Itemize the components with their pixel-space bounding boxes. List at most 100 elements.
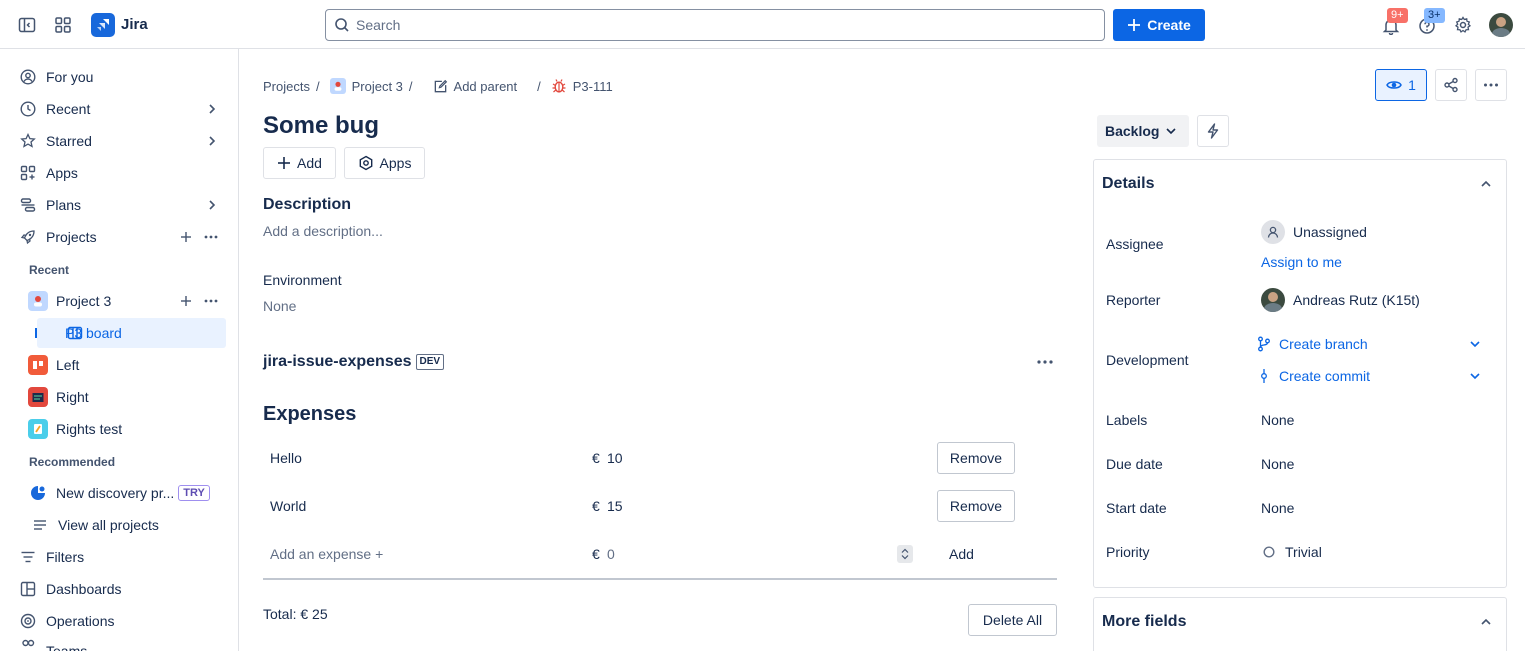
share-button[interactable] (1435, 69, 1467, 101)
hexagon-apps-icon (358, 155, 374, 171)
create-commit-link[interactable]: Create commit (1257, 368, 1370, 384)
reporter-label: Reporter (1106, 292, 1161, 308)
sidebar-item-recent[interactable]: Recent (12, 94, 226, 124)
remove-button[interactable]: Remove (937, 442, 1015, 474)
assignee-value[interactable]: Unassigned (1293, 224, 1367, 240)
app-header: jira-issue-expenses DEV (263, 353, 445, 371)
project-avatar-icon (28, 419, 48, 439)
new-expense-name-input[interactable]: Add an expense + (270, 546, 383, 562)
plus-icon[interactable] (180, 295, 192, 307)
sidebar-item-filters[interactable]: Filters (12, 542, 226, 572)
description-field[interactable]: Add a description... (263, 223, 383, 239)
new-expense-amount-input[interactable]: 0 (607, 546, 615, 562)
sidebar-item-dashboards[interactable]: Dashboards (12, 574, 226, 604)
labels-value[interactable]: None (1261, 412, 1294, 428)
chevron-down-icon[interactable] (1469, 370, 1481, 382)
details-heading[interactable]: Details (1102, 175, 1154, 193)
create-button[interactable]: Create (1113, 9, 1205, 41)
sidebar-section-recommended: Recommended (29, 455, 116, 469)
more-icon (1483, 79, 1499, 91)
sidebar-item-new-discovery[interactable]: New discovery pr... TRY (12, 478, 226, 508)
chevron-up-icon[interactable] (1479, 177, 1493, 191)
chevron-up-icon[interactable] (1479, 615, 1493, 629)
sidebar-item-for-you[interactable]: For you (12, 62, 226, 92)
assign-to-me-link[interactable]: Assign to me (1261, 254, 1342, 270)
breadcrumb-issue-key[interactable]: P3-111 (573, 79, 613, 94)
due-date-value[interactable]: None (1261, 456, 1294, 472)
discovery-icon (28, 483, 48, 503)
create-label: Create (1147, 17, 1191, 33)
sidebar-item-rights-test[interactable]: Rights test (12, 414, 226, 444)
expense-name: World (270, 498, 307, 514)
user-avatar[interactable] (1489, 13, 1513, 37)
share-icon (1443, 77, 1459, 93)
watch-button[interactable]: 1 (1375, 69, 1427, 101)
sidebar-item-label: Recent (46, 101, 91, 117)
jira-logo-icon[interactable] (91, 13, 115, 37)
status-value: Backlog (1105, 123, 1160, 139)
sidebar-item-p3-board[interactable]: P3 board (37, 318, 226, 348)
sidebar-item-label: Dashboards (46, 581, 122, 597)
breadcrumb-add-parent[interactable]: Add parent (454, 79, 518, 94)
more-fields-heading[interactable]: More fields (1102, 613, 1186, 631)
settings-gear-icon[interactable] (1451, 13, 1475, 37)
priority-value[interactable]: Trivial (1285, 544, 1322, 560)
sidebar-toggle-icon[interactable] (15, 13, 39, 37)
priority-trivial-icon (1263, 546, 1275, 558)
sidebar-item-plans[interactable]: Plans (12, 190, 226, 220)
apps-label: Apps (379, 155, 412, 171)
remove-button[interactable]: Remove (937, 490, 1015, 522)
sidebar-item-right[interactable]: Right (12, 382, 226, 412)
sidebar-item-teams[interactable]: Teams (12, 638, 226, 651)
filter-icon (18, 547, 38, 567)
sidebar-item-starred[interactable]: Starred (12, 126, 226, 156)
app-more-button[interactable] (1033, 352, 1057, 372)
search-input[interactable] (356, 17, 1056, 33)
number-stepper[interactable] (897, 545, 913, 563)
reporter-value[interactable]: Andreas Rutz (K15t) (1293, 292, 1420, 308)
chevron-right-icon[interactable] (206, 199, 218, 211)
automation-button[interactable] (1197, 115, 1229, 147)
app-name[interactable]: Jira (121, 16, 148, 33)
environment-value[interactable]: None (263, 298, 296, 314)
add-expense-button[interactable]: Add (949, 546, 974, 562)
breadcrumb-project-3[interactable]: Project 3 (352, 79, 403, 94)
start-date-value[interactable]: None (1261, 500, 1294, 516)
sidebar-item-label: P3 board (65, 325, 122, 341)
star-icon (18, 131, 38, 151)
sidebar-item-operations[interactable]: Operations (12, 606, 226, 636)
pencil-icon (433, 79, 448, 94)
delete-all-button[interactable]: Delete All (968, 604, 1057, 636)
currency-symbol: € (592, 546, 600, 562)
sidebar-item-left[interactable]: Left (12, 350, 226, 380)
apps-button[interactable]: Apps (344, 147, 425, 179)
breadcrumb-separator: / (537, 78, 541, 94)
sidebar-item-projects[interactable]: Projects (12, 222, 226, 252)
dev-badge: DEV (415, 354, 445, 370)
breadcrumb-projects[interactable]: Projects (263, 79, 310, 94)
sidebar-item-apps[interactable]: Apps (12, 158, 226, 188)
chevron-right-icon[interactable] (206, 135, 218, 147)
sidebar-item-project-3[interactable]: Project 3 (12, 286, 226, 316)
issue-title[interactable]: Some bug (263, 112, 379, 140)
stepper-arrows-icon (901, 548, 909, 560)
sidebar-item-label: Right (56, 389, 89, 405)
more-icon[interactable] (204, 295, 218, 307)
more-icon[interactable] (204, 231, 218, 243)
chevron-right-icon[interactable] (206, 103, 218, 115)
help-badge: 3+ (1424, 8, 1445, 23)
sidebar-item-label: Left (56, 357, 80, 373)
more-actions-button[interactable] (1475, 69, 1507, 101)
reporter-avatar (1261, 288, 1285, 312)
status-dropdown[interactable]: Backlog (1097, 115, 1189, 147)
sidebar-item-view-all-projects[interactable]: View all projects (12, 510, 226, 540)
chevron-down-icon[interactable] (1469, 338, 1481, 350)
create-branch-link[interactable]: Create branch (1257, 336, 1368, 352)
search-box[interactable] (325, 9, 1105, 41)
sidebar-item-label: Plans (46, 197, 82, 213)
add-button[interactable]: Add (263, 147, 336, 179)
plus-icon[interactable] (180, 231, 192, 243)
notifications-badge: 9+ (1387, 8, 1408, 23)
app-switcher-icon[interactable] (51, 13, 75, 37)
development-label: Development (1106, 352, 1189, 368)
